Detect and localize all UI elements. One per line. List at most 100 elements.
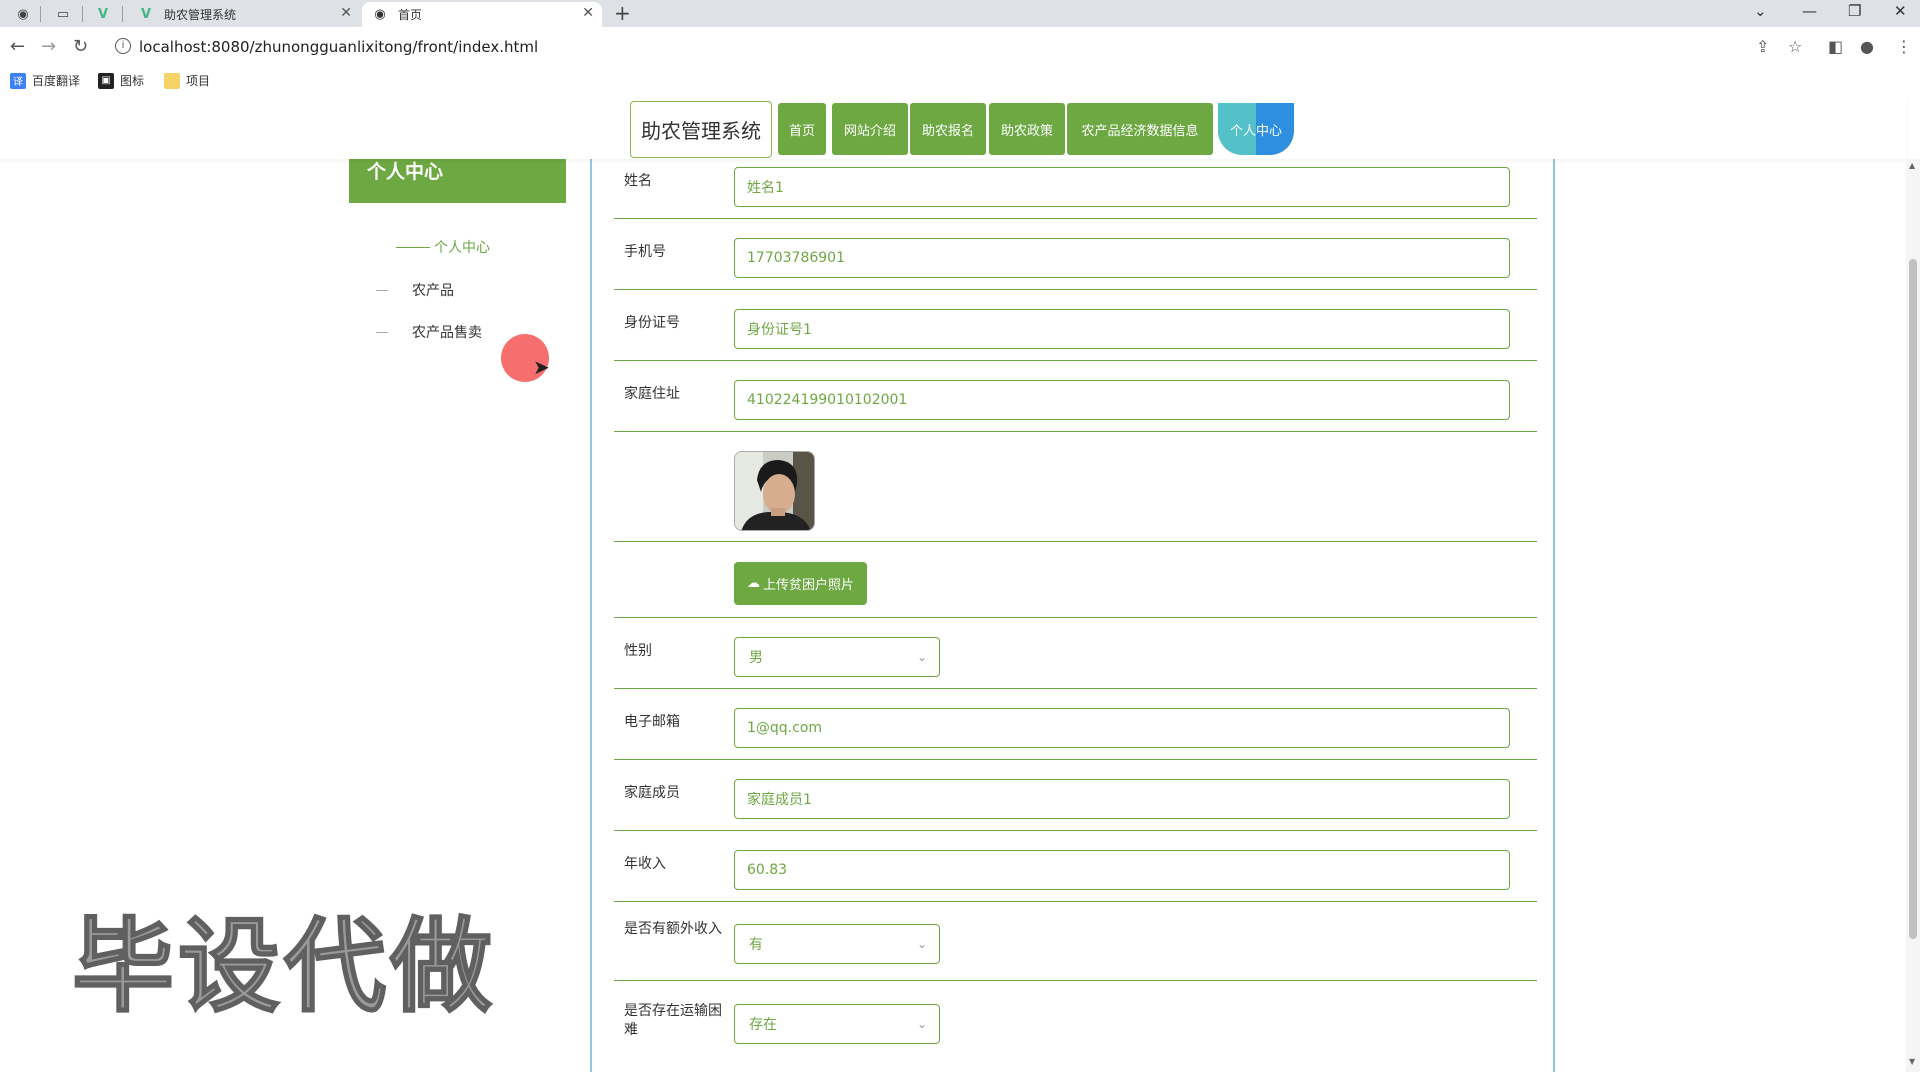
nav-home[interactable]: 首页 [778, 103, 826, 155]
nav-economic-data[interactable]: 农产品经济数据信息 [1067, 103, 1213, 155]
dash-decoration [376, 331, 388, 333]
gender-value: 男 [749, 650, 763, 666]
extra-income-value: 有 [749, 937, 763, 953]
side-panel-icon[interactable]: ◧ [1828, 37, 1843, 56]
star-icon[interactable]: ☆ [1788, 37, 1802, 56]
sidebar-item-personal-center[interactable]: 个人中心 [396, 237, 490, 257]
address-input[interactable]: 410224199010102001 [734, 380, 1510, 420]
transport-select[interactable]: 存在 ⌄ [734, 1004, 940, 1044]
browser-tab-strip: ◉ ▭ V V 助农管理系统 ✕ ◉ 首页 ✕ + ⌄ — ❐ ✕ [0, 0, 1920, 27]
chevron-down-icon: ⌄ [916, 1017, 927, 1031]
bookmarks-bar: 译 百度翻译 ▣ 图标 项目 [0, 67, 1920, 95]
info-icon[interactable]: i [115, 38, 131, 54]
email-label: 电子邮箱 [624, 714, 680, 730]
sidebar-item-products[interactable]: 农产品 [376, 280, 454, 300]
profile-photo [734, 451, 815, 531]
upload-button-label: 上传贫困户照片 [762, 578, 854, 593]
form-row-extra-income: 是否有额外收入 有 ⌄ [614, 902, 1537, 981]
cloud-upload-icon: ☁ [746, 576, 760, 591]
minimize-icon[interactable]: — [1802, 2, 1817, 20]
chevron-down-icon: ⌄ [916, 937, 927, 951]
sidebar-item-product-sales[interactable]: 农产品售卖 [376, 322, 482, 342]
idcard-label: 身份证号 [624, 315, 680, 331]
tab-zhunong[interactable]: V 助农管理系统 ✕ [128, 2, 360, 27]
web-page: 助农管理系统 首页 网站介绍 助农报名 助农政策 农产品经济数据信息 个人中心 … [0, 97, 1920, 1072]
gender-select[interactable]: 男 ⌄ [734, 637, 940, 677]
address-bar: ← → ↻ i localhost:8080/zhunongguanlixito… [0, 27, 1920, 67]
nav-policy[interactable]: 助农政策 [989, 103, 1065, 155]
bookmark-icons[interactable]: ▣ 图标 [98, 72, 144, 89]
dash-decoration [376, 289, 388, 291]
scrollbar-thumb[interactable] [1909, 259, 1917, 939]
form-row-transport: 是否存在运输困难 存在 ⌄ [614, 981, 1537, 1072]
extra-income-select[interactable]: 有 ⌄ [734, 924, 940, 964]
more-menu-icon[interactable]: ⋮ [1896, 37, 1912, 56]
transport-label: 是否存在运输困难 [624, 1003, 722, 1038]
form-row-email: 电子邮箱 1@qq.com [614, 689, 1537, 760]
extra-income-label: 是否有额外收入 [624, 921, 722, 937]
dash-decoration [396, 246, 430, 248]
form-row-income: 年收入 60.83 [614, 831, 1537, 902]
share-icon[interactable]: ⇪ [1756, 37, 1769, 56]
gender-label: 性别 [624, 643, 652, 659]
image-icon: ▣ [98, 72, 114, 89]
globe-icon: ◉ [374, 7, 386, 22]
income-input[interactable]: 60.83 [734, 850, 1510, 890]
tab-title: 首页 [398, 8, 423, 22]
form-row-address: 家庭住址 410224199010102001 [614, 361, 1537, 432]
phone-input[interactable]: 17703786901 [734, 238, 1510, 278]
close-icon[interactable]: ✕ [340, 5, 352, 21]
form-row-phone: 手机号 17703786901 [614, 219, 1537, 290]
profile-form: 姓名 姓名1 手机号 17703786901 身份证号 身份证号1 家庭住址 4… [590, 157, 1555, 1072]
mouse-pointer-icon: ➤ [533, 355, 550, 379]
tab-home[interactable]: ◉ 首页 ✕ [362, 2, 602, 27]
name-input[interactable]: 姓名1 [734, 167, 1510, 207]
phone-label: 手机号 [624, 244, 666, 260]
chevron-down-icon: ⌄ [916, 650, 927, 664]
nav-site-intro[interactable]: 网站介绍 [832, 103, 908, 155]
new-tab-plus-icon[interactable]: + [614, 1, 631, 25]
vue-logo-icon[interactable]: V [90, 4, 116, 24]
vue-logo-icon: V [140, 7, 152, 22]
sidebar-heading-text: 个人中心 [367, 161, 444, 183]
translate-icon: 译 [10, 72, 26, 89]
idcard-input[interactable]: 身份证号1 [734, 309, 1510, 349]
family-input[interactable]: 家庭成员1 [734, 779, 1510, 819]
family-label: 家庭成员 [624, 785, 680, 801]
form-row-idcard: 身份证号 身份证号1 [614, 290, 1537, 361]
sidebar-item-label: 农产品 [412, 283, 454, 299]
bookmark-project[interactable]: 项目 [164, 72, 210, 89]
tab-search-chevron-icon[interactable]: ⌄ [1754, 2, 1767, 20]
globe-icon[interactable]: ◉ [10, 4, 36, 24]
site-title[interactable]: 助农管理系统 [630, 101, 772, 158]
nav-signup[interactable]: 助农报名 [910, 103, 986, 155]
close-icon[interactable]: ✕ [582, 5, 594, 21]
forward-arrow-icon[interactable]: → [41, 36, 56, 57]
folder-icon [164, 72, 180, 89]
scroll-up-arrow-icon[interactable]: ▲ [1909, 161, 1915, 170]
restore-icon[interactable]: ❐ [1848, 2, 1861, 20]
watermark-text: 毕设代做 [71, 907, 496, 1028]
sidebar-heading: 个人中心 [349, 157, 566, 203]
sidebar-item-label: 农产品售卖 [412, 325, 482, 341]
bookmark-translate[interactable]: 译 百度翻译 [10, 72, 80, 89]
nav-personal-center[interactable]: 个人中心 [1218, 103, 1294, 155]
bookmark-label: 百度翻译 [32, 74, 81, 88]
upload-photo-button[interactable]: ☁ 上传贫困户照片 [734, 562, 867, 605]
sidebar-item-label: 个人中心 [434, 240, 490, 256]
blank-tab-icon[interactable]: ▭ [50, 4, 76, 24]
reload-icon[interactable]: ↻ [73, 36, 88, 57]
tab-title: 助农管理系统 [164, 8, 237, 22]
portrait-image [735, 452, 814, 530]
form-row-upload: ☁ 上传贫困户照片 [614, 542, 1537, 618]
url-field[interactable]: localhost:8080/zhunongguanlixitong/front… [139, 38, 538, 56]
back-arrow-icon[interactable]: ← [10, 36, 25, 57]
tab-separator [82, 6, 83, 22]
window-close-icon[interactable]: ✕ [1894, 2, 1907, 20]
form-row-name: 姓名 姓名1 [614, 157, 1537, 219]
page-scrollbar[interactable]: ▲ ▼ [1906, 159, 1920, 1072]
email-input[interactable]: 1@qq.com [734, 708, 1510, 748]
form-row-gender: 性别 男 ⌄ [614, 618, 1537, 689]
scroll-down-arrow-icon[interactable]: ▼ [1909, 1057, 1915, 1066]
profile-avatar-icon[interactable]: ● [1860, 37, 1874, 56]
